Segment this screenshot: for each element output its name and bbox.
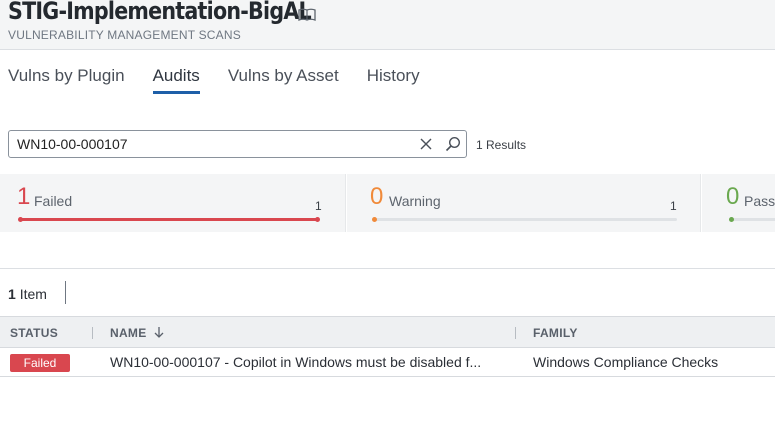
warning-count: 0 [370,183,384,210]
row-family: Windows Compliance Checks [533,354,719,370]
close-icon[interactable] [419,137,433,151]
failed-progress-fill [20,218,318,221]
tab-audits[interactable]: Audits [152,66,201,94]
failed-label: Failed [34,193,73,209]
failed-progress-start-dot [18,217,23,222]
summary-cards: 1 Failed 1 0 Warning 1 0 Passe [0,174,775,232]
items-bar: 1 Item [0,268,775,316]
failed-count: 1 [17,183,31,210]
column-header-name-label: NAME [110,326,147,340]
passed-progress-track [730,218,775,221]
search-input[interactable] [17,131,407,157]
divider [65,281,66,304]
search-icon[interactable] [445,136,461,152]
results-count: 1 Results [476,138,527,152]
book-icon[interactable] [298,8,316,22]
column-resize-handle[interactable] [92,327,93,339]
failed-progress-end-dot [315,217,320,222]
passed-count: 0 [726,183,740,210]
tab-vulns-by-asset[interactable]: Vulns by Asset [228,66,339,94]
page-header: STIG-Implementation-BigAL VULNERABILITY … [0,0,775,50]
page-title: STIG-Implementation-BigAL [8,0,312,25]
tab-bar: Vulns by Plugin Audits Vulns by Asset Hi… [8,66,448,94]
table-header: STATUS NAME FAMILY [0,316,775,348]
items-count: 1 Item [8,286,47,302]
items-count-label: Item [19,286,47,302]
items-count-number: 1 [8,286,16,302]
row-name: WN10-00-000107 - Copilot in Windows must… [110,354,482,370]
column-header-name[interactable]: NAME [110,326,165,340]
column-header-status[interactable]: STATUS [10,326,58,340]
search-box [8,130,467,158]
failed-card[interactable]: 1 Failed 1 [0,174,346,232]
status-badge: Failed [10,354,70,372]
column-header-family[interactable]: FAMILY [533,326,578,340]
column-resize-handle[interactable] [515,327,516,339]
warning-progress-dot [372,217,377,222]
passed-progress-dot [729,217,734,222]
passed-card[interactable]: 0 Passe [702,174,775,232]
tab-vulns-by-plugin[interactable]: Vulns by Plugin [8,66,125,94]
warning-label: Warning [389,193,441,209]
warning-total: 1 [670,199,677,213]
table-row[interactable]: Failed WN10-00-000107 - Copilot in Windo… [0,348,775,377]
tab-history[interactable]: History [367,66,420,94]
failed-total: 1 [315,199,322,213]
warning-card[interactable]: 0 Warning 1 [347,174,701,232]
warning-progress-track [373,218,677,221]
arrow-down-icon [154,327,164,338]
page-subtitle: VULNERABILITY MANAGEMENT SCANS [8,28,241,42]
passed-label: Passe [744,193,775,209]
